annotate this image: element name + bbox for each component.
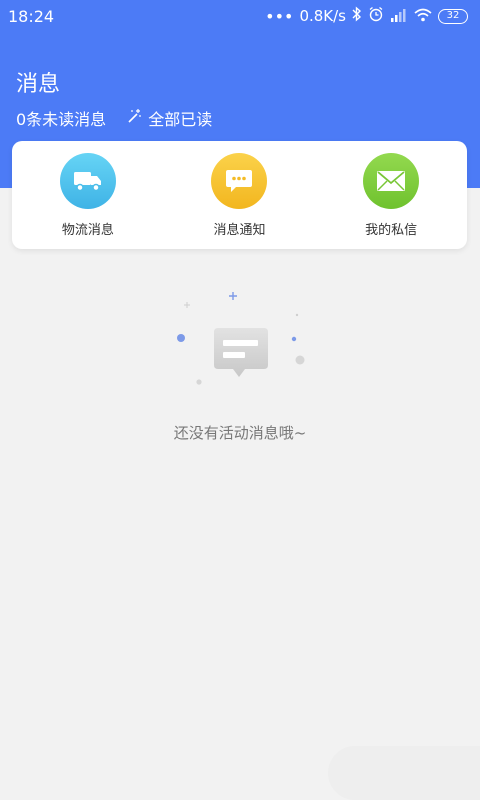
envelope-icon — [363, 153, 420, 209]
battery-icon: 32 — [438, 8, 468, 24]
empty-state-text: 还没有活动消息哦~ — [173, 424, 307, 442]
category-label: 物流消息 — [61, 223, 114, 238]
magic-wand-icon — [126, 108, 142, 128]
status-icons: ••• 0.8K/s 32 — [265, 6, 468, 26]
header-subrow: 0条未读消息 全部已读 — [16, 106, 212, 130]
mark-all-read-label: 全部已读 — [148, 110, 213, 129]
status-bar: 18:24 ••• 0.8K/s 32 — [0, 0, 480, 32]
category-notifications[interactable]: 消息通知 — [169, 141, 309, 238]
network-speed: 0.8K/s — [299, 7, 346, 25]
alarm-icon — [368, 6, 384, 26]
category-card: 物流消息 消息通知 我的私信 — [12, 141, 467, 249]
floating-handle[interactable] — [328, 746, 480, 800]
bluetooth-icon — [352, 6, 362, 26]
category-label: 我的私信 — [365, 223, 418, 238]
mark-all-read-button[interactable]: 全部已读 — [126, 106, 212, 130]
status-dots: ••• — [265, 6, 294, 26]
status-time: 18:24 — [8, 6, 55, 26]
signal-icon — [390, 7, 408, 26]
wifi-icon — [414, 7, 432, 26]
category-label: 消息通知 — [213, 223, 266, 238]
category-private-messages[interactable]: 我的私信 — [321, 141, 461, 238]
truck-icon — [59, 153, 116, 209]
unread-count: 0条未读消息 — [16, 110, 107, 129]
chat-bubble-icon — [211, 153, 268, 209]
category-logistics[interactable]: 物流消息 — [18, 141, 158, 238]
page-title: 消息 — [16, 72, 61, 97]
